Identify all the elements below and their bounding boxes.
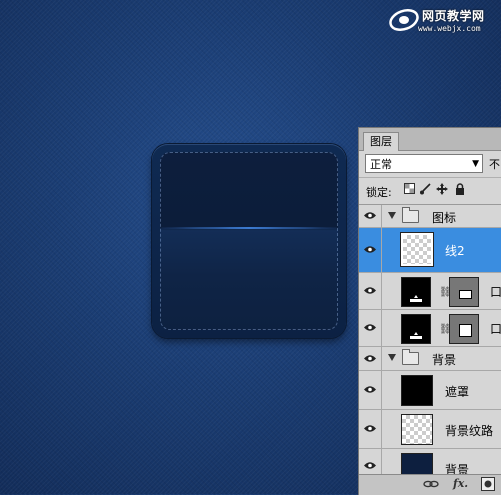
visibility-cell [359,410,382,448]
layer-background-texture[interactable]: 背景纹路 [359,410,501,449]
eye-icon[interactable] [364,424,376,433]
eye-icon[interactable] [364,385,376,394]
chevron-down-icon: ▼ [472,159,479,169]
eye-icon[interactable] [364,211,376,220]
panel-tabbar: 图层 [359,128,501,151]
lock-label: 锁定: [366,186,392,199]
folder-icon [402,207,419,223]
mask-shape-icon [459,290,472,299]
visibility-cell [359,228,382,272]
fill-adjustment-icon [410,295,422,302]
canvas-icon-square [152,144,346,338]
stitched-inner-panel [160,152,338,330]
layer-mask[interactable]: 遮罩 [359,371,501,410]
layers-panel: 图层 正常 ▼ 不 锁定: 图标 线2 ⛓ 口 ⛓ 口 背景 遮罩 背景纹路 背… [358,127,501,495]
blend-mode-select[interactable]: 正常 ▼ [365,154,483,173]
layer-list: 图标 线2 ⛓ 口 ⛓ 口 背景 遮罩 背景纹路 背景 [359,205,501,484]
vector-mask-thumbnail[interactable] [449,277,479,307]
expand-triangle-icon[interactable] [388,212,396,219]
eye-icon[interactable] [364,286,376,295]
watermark-logo: 网页教学网 www.webjx.com [388,4,498,38]
fill-adjustment-icon [410,332,422,339]
brush-icon[interactable] [419,183,431,195]
layer-line2[interactable]: 线2 [359,228,501,273]
layer-name: 口 [490,322,501,336]
vector-mask-thumbnail[interactable] [449,314,479,344]
layer-name: 图标 [432,211,457,225]
blend-mode-value: 正常 [370,158,392,171]
visibility-cell [359,371,382,409]
layer-thumbnail [401,375,433,406]
layer-shape-1[interactable]: ⛓ 口 [359,273,501,310]
eye-icon[interactable] [364,245,376,254]
layer-name: 遮罩 [445,385,470,399]
lock-icon[interactable] [454,183,466,195]
layer-group-icon[interactable]: 图标 [359,205,501,228]
visibility-cell [359,310,382,346]
highlight-line [161,227,337,229]
swirl-logo-icon [389,9,419,31]
layer-group-background[interactable]: 背景 [359,347,501,371]
layer-thumbnail [401,314,431,344]
visibility-cell [359,205,382,227]
mask-shape-icon [459,324,472,337]
blend-mode-row: 正常 ▼ 不 [359,151,501,178]
add-mask-icon[interactable] [481,477,495,494]
visibility-cell [359,347,382,370]
layer-thumbnail [401,414,433,445]
link-layers-icon[interactable] [423,477,439,494]
layer-thumbnail [401,277,431,307]
layer-thumbnail [400,232,434,267]
eye-icon[interactable] [364,461,376,470]
lock-transparency-icon[interactable] [403,183,415,195]
folder-icon [402,349,419,365]
watermark-url: www.webjx.com [418,24,481,33]
layer-name: 背景纹路 [445,424,494,438]
watermark-title: 网页教学网 [422,9,485,23]
eye-icon[interactable] [364,323,376,332]
lock-row: 锁定: [359,178,501,205]
move-icon[interactable] [436,183,448,195]
panel-footer: fx. [359,474,501,495]
eye-icon[interactable] [364,354,376,363]
layer-name: 口 [490,285,501,299]
layer-name: 线2 [445,244,465,258]
expand-triangle-icon[interactable] [388,354,396,361]
layer-shape-2[interactable]: ⛓ 口 [359,310,501,347]
visibility-cell [359,273,382,309]
opacity-label: 不 [489,158,500,171]
fx-button[interactable]: fx. [453,477,468,490]
layer-name: 背景 [432,353,457,367]
tab-layers[interactable]: 图层 [363,132,399,151]
